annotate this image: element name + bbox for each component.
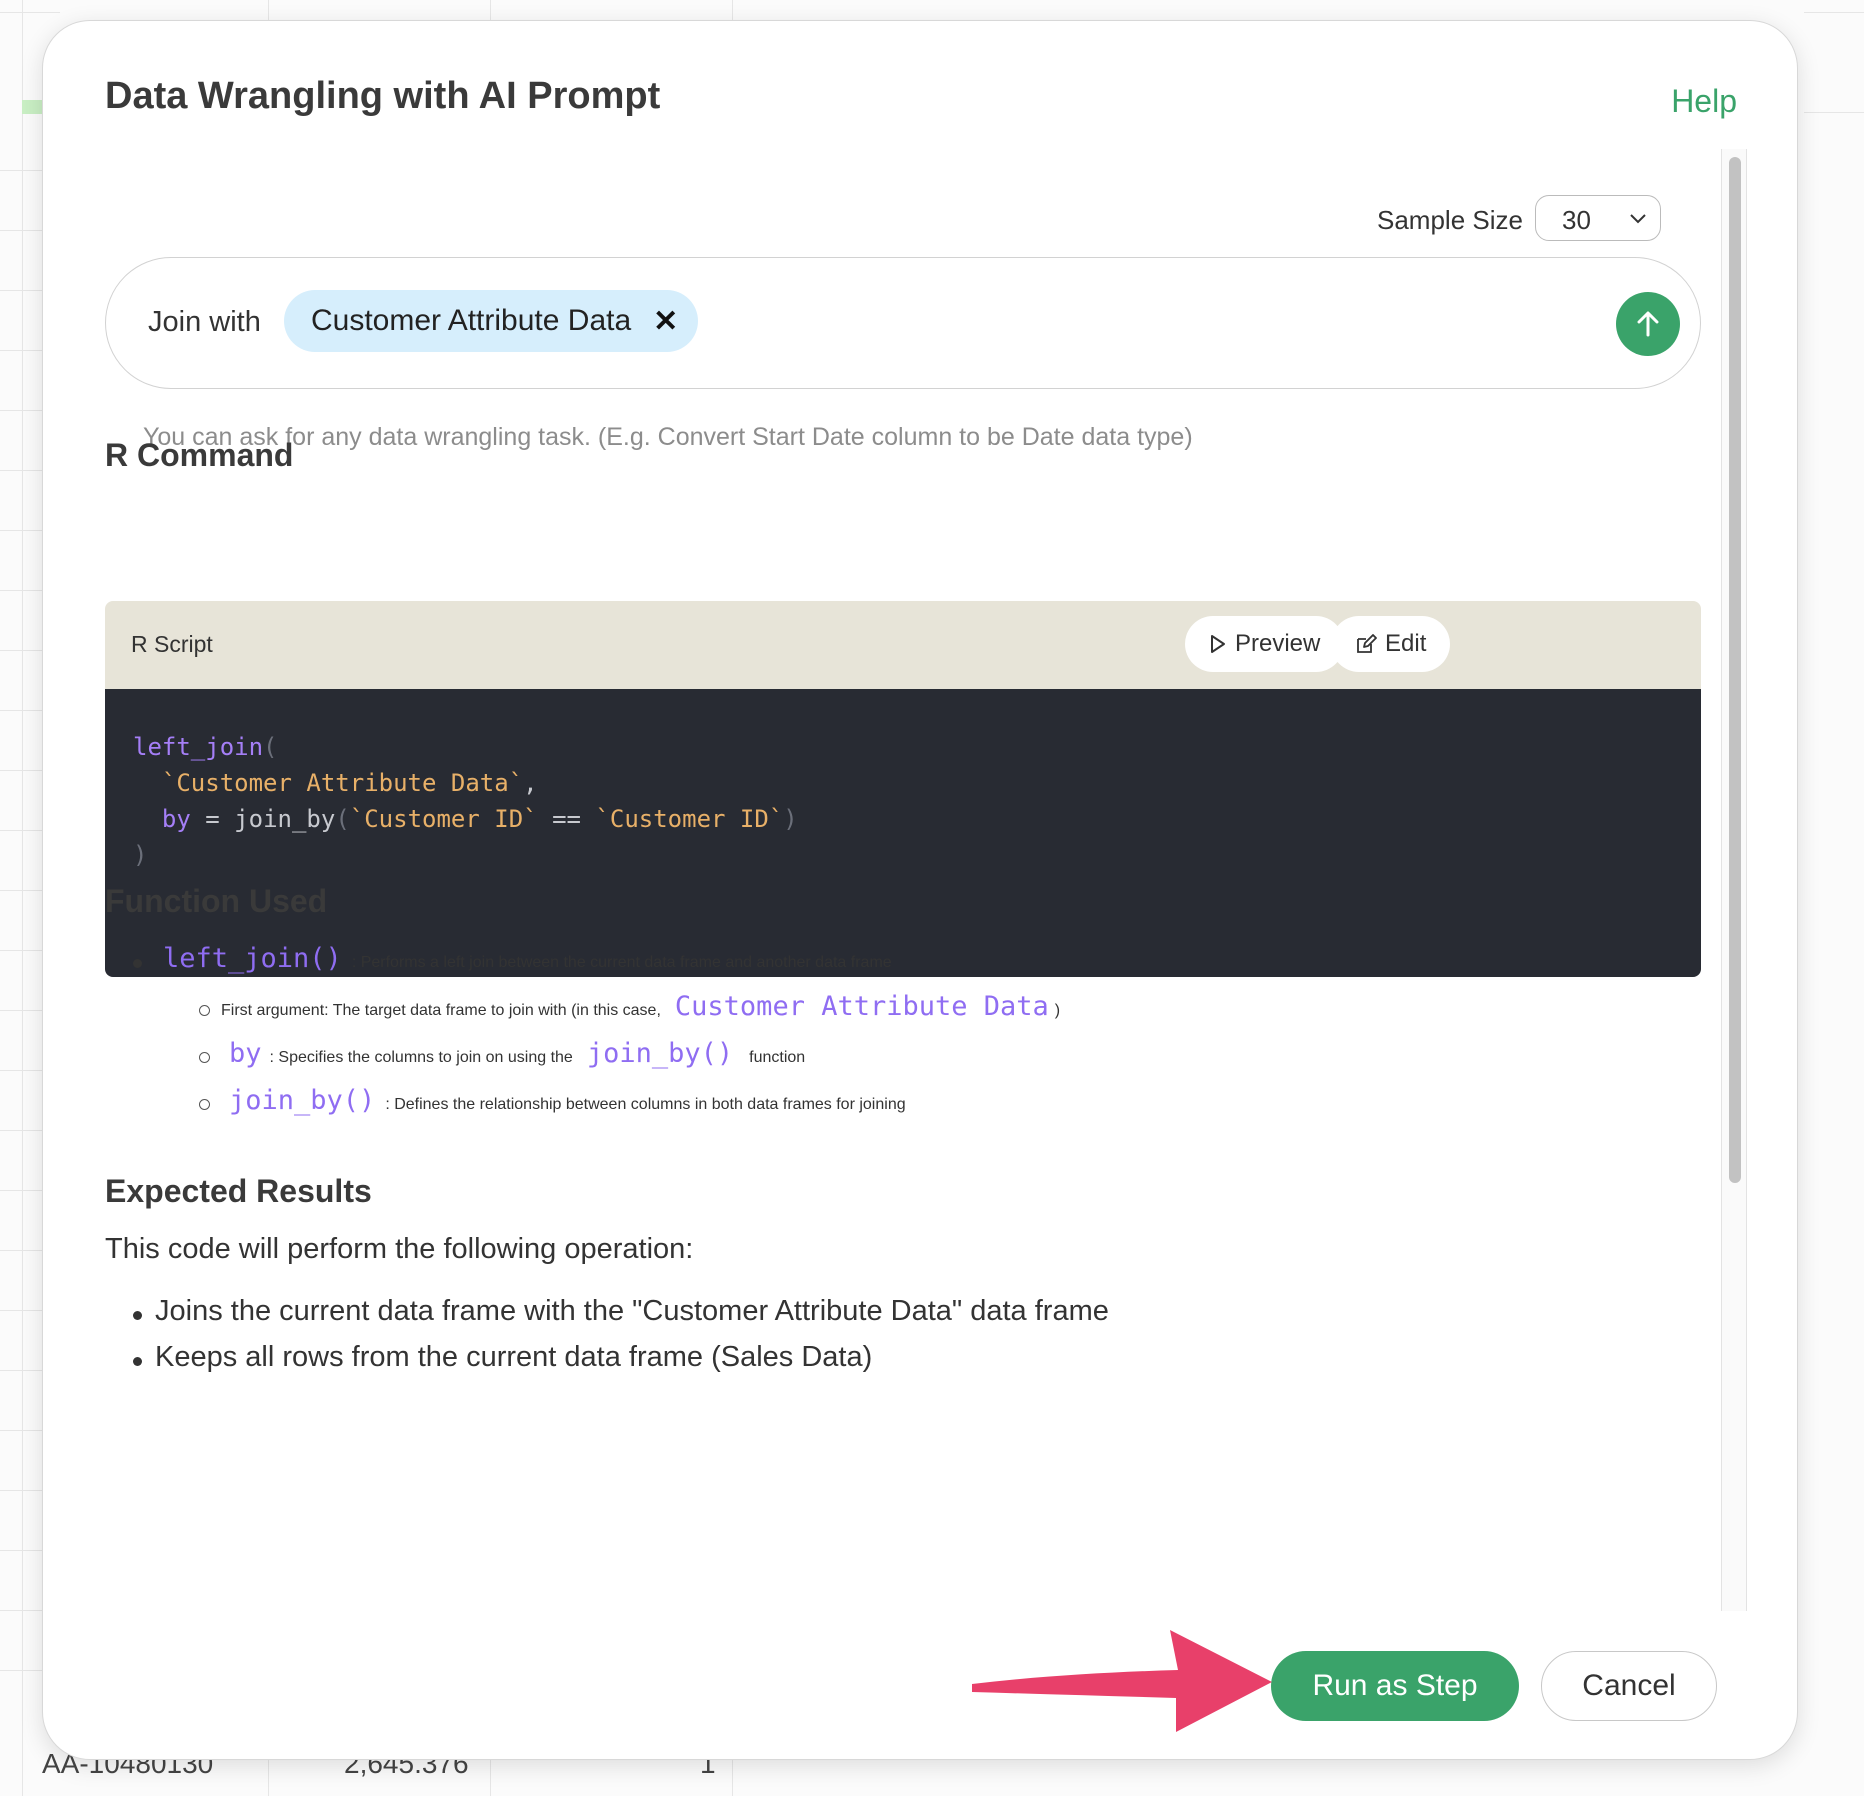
prompt-hint: You can ask for any data wrangling task.… — [143, 423, 1193, 451]
sample-size-label: Sample Size — [1377, 205, 1523, 235]
bullet-dot — [133, 1311, 142, 1320]
function-subitem-3: join_by() : Defines the relationship bet… — [229, 1085, 906, 1116]
expected-item-1: Joins the current data frame with the "C… — [155, 1295, 1109, 1327]
r-script-label: R Script — [131, 631, 213, 657]
r-script-card: R Script Preview Edit left_join(`Custom… — [105, 601, 1701, 977]
chip-label: Customer Attribute Data — [311, 304, 632, 337]
sub-bullet — [199, 1052, 210, 1063]
cancel-button[interactable]: Cancel — [1541, 1651, 1717, 1721]
ai-prompt-dialog: Data Wrangling with AI Prompt Help Sampl… — [42, 20, 1798, 1760]
send-button[interactable] — [1616, 292, 1680, 356]
code-line-4: ) — [133, 841, 148, 869]
arrow-up-icon — [1637, 311, 1659, 337]
code-line-3: by = join_by(`Customer ID` == `Customer … — [161, 805, 798, 833]
sample-size-value: 30 — [1562, 205, 1591, 235]
expected-item-2: Keeps all rows from the current data fra… — [155, 1341, 873, 1373]
prompt-input[interactable]: Join with Customer Attribute Data ✕ — [105, 257, 1701, 389]
play-icon — [1211, 635, 1225, 653]
chevron-down-icon — [1630, 214, 1646, 224]
r-command-heading: R Command — [105, 437, 294, 473]
sub-bullet — [199, 1005, 210, 1016]
dialog-title: Data Wrangling with AI Prompt — [105, 75, 661, 117]
sub-bullet — [199, 1099, 210, 1110]
expected-results-heading: Expected Results — [105, 1173, 372, 1209]
code-line-2: `Customer Attribute Data`, — [161, 769, 538, 797]
edit-button[interactable]: Edit — [1331, 616, 1451, 672]
dataframe-chip: Customer Attribute Data ✕ — [284, 290, 699, 352]
sample-size-select[interactable]: 30 — [1535, 195, 1661, 241]
dialog-content: Sample Size 30 Join with Customer Attrib… — [43, 151, 1743, 1611]
help-link[interactable]: Help — [1671, 83, 1737, 120]
annotation-arrow-icon — [972, 1630, 1272, 1732]
edit-icon — [1357, 634, 1377, 653]
r-code-block[interactable]: left_join( `Customer Attribute Data`, by… — [105, 689, 1701, 977]
bullet-dot — [133, 959, 142, 968]
bullet-dot — [133, 1357, 142, 1366]
chip-remove-icon[interactable]: ✕ — [653, 304, 678, 339]
r-script-header: R Script Preview Edit — [105, 601, 1701, 689]
preview-button[interactable]: Preview — [1185, 616, 1345, 672]
function-subitem-1: First argument: The target data frame to… — [221, 991, 1061, 1022]
function-subitem-2: by : Specifies the columns to join on us… — [229, 1038, 806, 1069]
function-item-left-join: left_join() : Performs a left join betwe… — [163, 943, 892, 974]
code-line-1: left_join( — [133, 733, 278, 761]
grid-line — [22, 0, 23, 1796]
prompt-text: Join with — [148, 306, 261, 338]
function-used-heading: Function Used — [105, 883, 328, 919]
expected-intro: This code will perform the following ope… — [105, 1233, 694, 1265]
run-as-step-button[interactable]: Run as Step — [1271, 1651, 1519, 1721]
